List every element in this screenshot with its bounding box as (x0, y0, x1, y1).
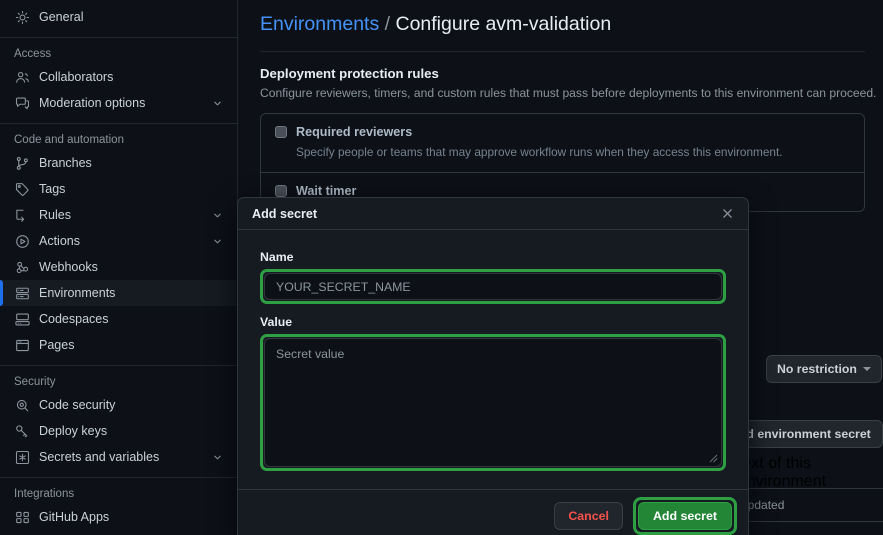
people-icon (14, 69, 30, 85)
play-icon (14, 233, 30, 249)
gear-icon (14, 9, 30, 25)
sidebar-divider (0, 365, 237, 366)
rules-icon (14, 207, 30, 223)
sidebar-item-deploy-keys[interactable]: Deploy keys (0, 418, 237, 444)
sidebar-item-label: Environments (39, 286, 116, 300)
rule-label: Wait timer (296, 184, 357, 198)
sidebar-divider (0, 477, 237, 478)
add-secret-dialog: Add secret Name YOUR_SECRET_NAME Value S… (237, 197, 749, 535)
codespaces-icon (14, 311, 30, 327)
sidebar-group-title: Access (14, 48, 52, 60)
dialog-body: Name YOUR_SECRET_NAME Value Secret value (238, 230, 748, 489)
restriction-dropdown-wrap: No restriction (766, 355, 882, 383)
rule-label: Required reviewers (296, 125, 413, 139)
sidebar-divider (0, 123, 237, 124)
sidebar-item-label: Collaborators (39, 70, 114, 84)
sidebar-item-label: Webhooks (39, 260, 98, 274)
sidebar-item-github-apps[interactable]: GitHub Apps (0, 504, 237, 530)
sidebar-item-actions[interactable]: Actions (0, 228, 237, 254)
value-field-label: Value (260, 315, 293, 329)
sidebar-item-moderation-options[interactable]: Moderation options (0, 90, 237, 116)
sidebar-item-label: Codespaces (39, 312, 109, 326)
submit-button-highlight: Add secret (632, 496, 737, 535)
sidebar-item-label: Tags (39, 182, 66, 196)
shield-scan-icon (14, 397, 30, 413)
secret-name-input[interactable]: YOUR_SECRET_NAME (264, 273, 722, 300)
checkbox-wait-timer[interactable] (275, 185, 287, 197)
sidebar-divider (0, 37, 237, 38)
value-field-highlight: Secret value (260, 334, 726, 471)
settings-sidebar: General Access Collaborators Moderation opt… (0, 0, 238, 535)
tag-icon (14, 181, 30, 197)
sidebar-item-secrets-and-variables[interactable]: Secrets and variables (0, 444, 237, 470)
sidebar-item-label: Rules (39, 208, 71, 222)
updated-card-text: updated (728, 488, 883, 522)
dialog-footer: Cancel Add secret (238, 489, 748, 535)
secret-value-placeholder: Secret value (276, 347, 345, 361)
sidebar-item-label: Branches (39, 156, 92, 170)
sidebar-item-general[interactable]: General (0, 4, 237, 30)
restriction-dropdown[interactable]: No restriction (766, 355, 882, 383)
resize-handle-icon[interactable] (709, 454, 718, 463)
sidebar-item-tags[interactable]: Tags (0, 176, 237, 202)
restriction-dropdown-label: No restriction (777, 362, 857, 376)
sidebar-group-title: Code and automation (14, 134, 124, 146)
breadcrumb-link-environments[interactable]: Environments (260, 13, 379, 35)
dialog-header: Add secret (238, 198, 748, 230)
close-icon[interactable] (717, 204, 737, 224)
header-divider (260, 51, 865, 52)
server-icon (14, 285, 30, 301)
dialog-title: Add secret (252, 206, 318, 221)
sidebar-item-label: Actions (39, 234, 80, 248)
name-field-highlight: YOUR_SECRET_NAME (260, 269, 726, 304)
sidebar-item-pages[interactable]: Pages (0, 332, 237, 358)
chevron-down-icon[interactable] (212, 210, 223, 221)
sidebar-item-label: Secrets and variables (39, 450, 160, 464)
cancel-button[interactable]: Cancel (554, 501, 623, 530)
sidebar-group-title: Security (14, 376, 56, 388)
sidebar-group-title: Integrations (14, 488, 75, 500)
git-branch-icon (14, 155, 30, 171)
sidebar-item-codespaces[interactable]: Codespaces (0, 306, 237, 332)
apps-icon (14, 509, 30, 525)
secret-value-textarea[interactable]: Secret value (264, 338, 722, 467)
browser-icon (14, 337, 30, 353)
secret-note: text of this environment (738, 455, 827, 490)
section-subtitle: Configure reviewers, timers, and custom … (260, 86, 877, 100)
sidebar-item-label: Moderation options (39, 96, 146, 110)
sidebar-item-label: Code security (39, 398, 116, 412)
chevron-down-icon (862, 367, 871, 371)
app-root: General Access Collaborators Moderation opt… (0, 0, 883, 535)
asterisk-box-icon (14, 449, 30, 465)
sidebar-item-rules[interactable]: Rules (0, 202, 237, 228)
updated-card: updated (728, 488, 883, 522)
sidebar-item-label: GitHub Apps (39, 510, 110, 524)
chevron-down-icon[interactable] (212, 236, 223, 247)
checkbox-required-reviewers[interactable] (275, 126, 287, 138)
sidebar-item-label: Deploy keys (39, 424, 108, 438)
breadcrumb-separator: / (384, 13, 391, 35)
sidebar-item-label: General (39, 10, 84, 24)
sidebar-item-environments[interactable]: Environments (0, 280, 237, 306)
sidebar-item-label: Pages (39, 338, 75, 352)
comment-icon (14, 95, 30, 111)
section-title: Deployment protection rules (260, 66, 439, 81)
sidebar-item-branches[interactable]: Branches (0, 150, 237, 176)
sidebar-item-webhooks[interactable]: Webhooks (0, 254, 237, 280)
webhook-icon (14, 259, 30, 275)
sidebar-item-code-security[interactable]: Code security (0, 392, 237, 418)
chevron-down-icon[interactable] (212, 98, 223, 109)
rule-row[interactable]: Required reviewers Specify people or tea… (261, 114, 864, 172)
rule-description: Specify people or teams that may approve… (296, 145, 783, 159)
name-field-label: Name (260, 250, 294, 264)
sidebar-item-collaborators[interactable]: Collaborators (0, 64, 237, 90)
breadcrumb-current: Configure avm-validation (395, 13, 612, 35)
breadcrumb: Environments / Configure avm-validation (260, 10, 883, 38)
chevron-down-icon[interactable] (212, 452, 223, 463)
add-secret-button[interactable]: Add secret (637, 501, 732, 530)
key-icon (14, 423, 30, 439)
